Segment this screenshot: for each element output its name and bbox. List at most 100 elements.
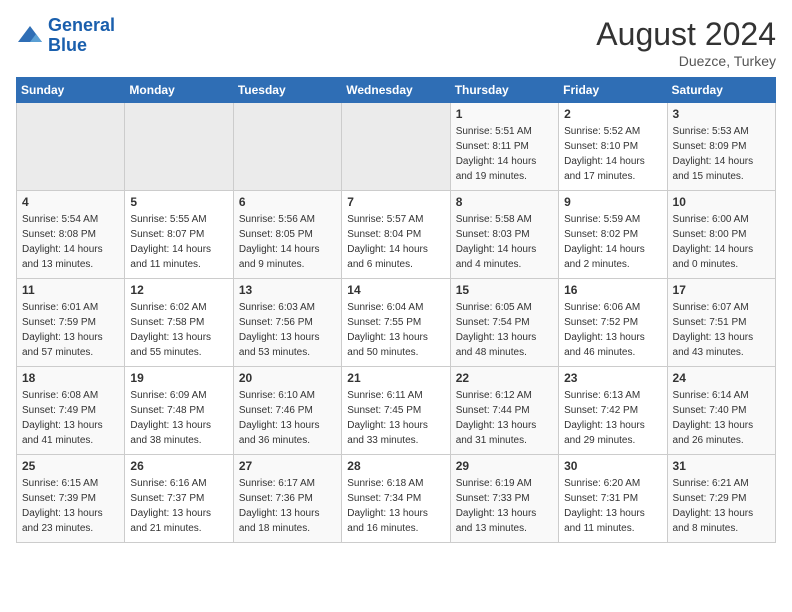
daylight-label: Daylight: 13 hours and 41 minutes.: [22, 420, 103, 446]
day-info: Sunrise: 6:05 AM Sunset: 7:54 PM Dayligh…: [456, 300, 553, 360]
daylight-label: Daylight: 13 hours and 18 minutes.: [239, 508, 320, 534]
daylight-label: Daylight: 13 hours and 11 minutes.: [564, 508, 645, 534]
calendar-cell: 17 Sunrise: 6:07 AM Sunset: 7:51 PM Dayl…: [667, 279, 775, 367]
weekday-header: Saturday: [667, 78, 775, 103]
calendar-week-row: 11 Sunrise: 6:01 AM Sunset: 7:59 PM Dayl…: [17, 279, 776, 367]
sunset-label: Sunset: 7:56 PM: [239, 317, 313, 328]
daylight-label: Daylight: 13 hours and 26 minutes.: [673, 420, 754, 446]
day-info: Sunrise: 6:15 AM Sunset: 7:39 PM Dayligh…: [22, 476, 119, 536]
weekday-header: Thursday: [450, 78, 558, 103]
daylight-label: Daylight: 13 hours and 50 minutes.: [347, 332, 428, 358]
calendar-cell: 12 Sunrise: 6:02 AM Sunset: 7:58 PM Dayl…: [125, 279, 233, 367]
calendar-body: 1 Sunrise: 5:51 AM Sunset: 8:11 PM Dayli…: [17, 103, 776, 543]
calendar-cell: 11 Sunrise: 6:01 AM Sunset: 7:59 PM Dayl…: [17, 279, 125, 367]
day-info: Sunrise: 5:53 AM Sunset: 8:09 PM Dayligh…: [673, 124, 770, 184]
day-info: Sunrise: 6:17 AM Sunset: 7:36 PM Dayligh…: [239, 476, 336, 536]
sunrise-label: Sunrise: 6:04 AM: [347, 302, 423, 313]
calendar-cell: [233, 103, 341, 191]
calendar-cell: [342, 103, 450, 191]
sunrise-label: Sunrise: 6:00 AM: [673, 214, 749, 225]
sunset-label: Sunset: 7:45 PM: [347, 405, 421, 416]
sunset-label: Sunset: 8:04 PM: [347, 229, 421, 240]
sunrise-label: Sunrise: 5:51 AM: [456, 126, 532, 137]
day-number: 10: [673, 195, 770, 209]
sunrise-label: Sunrise: 5:59 AM: [564, 214, 640, 225]
calendar-cell: 22 Sunrise: 6:12 AM Sunset: 7:44 PM Dayl…: [450, 367, 558, 455]
sunrise-label: Sunrise: 6:16 AM: [130, 478, 206, 489]
sunset-label: Sunset: 7:34 PM: [347, 493, 421, 504]
sunset-label: Sunset: 7:31 PM: [564, 493, 638, 504]
daylight-label: Daylight: 13 hours and 43 minutes.: [673, 332, 754, 358]
day-info: Sunrise: 6:21 AM Sunset: 7:29 PM Dayligh…: [673, 476, 770, 536]
day-number: 2: [564, 107, 661, 121]
daylight-label: Daylight: 13 hours and 21 minutes.: [130, 508, 211, 534]
day-number: 8: [456, 195, 553, 209]
day-number: 31: [673, 459, 770, 473]
calendar-cell: 1 Sunrise: 5:51 AM Sunset: 8:11 PM Dayli…: [450, 103, 558, 191]
daylight-label: Daylight: 14 hours and 15 minutes.: [673, 156, 754, 182]
sunset-label: Sunset: 7:42 PM: [564, 405, 638, 416]
sunrise-label: Sunrise: 5:52 AM: [564, 126, 640, 137]
day-info: Sunrise: 6:08 AM Sunset: 7:49 PM Dayligh…: [22, 388, 119, 448]
calendar-cell: 19 Sunrise: 6:09 AM Sunset: 7:48 PM Dayl…: [125, 367, 233, 455]
sunrise-label: Sunrise: 6:17 AM: [239, 478, 315, 489]
sunset-label: Sunset: 7:36 PM: [239, 493, 313, 504]
sunrise-label: Sunrise: 6:18 AM: [347, 478, 423, 489]
day-info: Sunrise: 5:59 AM Sunset: 8:02 PM Dayligh…: [564, 212, 661, 272]
weekday-header: Sunday: [17, 78, 125, 103]
day-info: Sunrise: 5:51 AM Sunset: 8:11 PM Dayligh…: [456, 124, 553, 184]
day-info: Sunrise: 6:18 AM Sunset: 7:34 PM Dayligh…: [347, 476, 444, 536]
sunrise-label: Sunrise: 6:06 AM: [564, 302, 640, 313]
sunset-label: Sunset: 7:51 PM: [673, 317, 747, 328]
day-info: Sunrise: 6:04 AM Sunset: 7:55 PM Dayligh…: [347, 300, 444, 360]
sunset-label: Sunset: 8:02 PM: [564, 229, 638, 240]
sunset-label: Sunset: 8:03 PM: [456, 229, 530, 240]
sunrise-label: Sunrise: 6:20 AM: [564, 478, 640, 489]
daylight-label: Daylight: 14 hours and 13 minutes.: [22, 244, 103, 270]
sunset-label: Sunset: 7:54 PM: [456, 317, 530, 328]
sunset-label: Sunset: 7:44 PM: [456, 405, 530, 416]
sunset-label: Sunset: 7:58 PM: [130, 317, 204, 328]
sunrise-label: Sunrise: 6:08 AM: [22, 390, 98, 401]
day-number: 17: [673, 283, 770, 297]
calendar-cell: 9 Sunrise: 5:59 AM Sunset: 8:02 PM Dayli…: [559, 191, 667, 279]
sunrise-label: Sunrise: 6:15 AM: [22, 478, 98, 489]
day-info: Sunrise: 6:13 AM Sunset: 7:42 PM Dayligh…: [564, 388, 661, 448]
sunset-label: Sunset: 7:33 PM: [456, 493, 530, 504]
day-info: Sunrise: 6:10 AM Sunset: 7:46 PM Dayligh…: [239, 388, 336, 448]
logo-line1: General: [48, 15, 115, 35]
weekday-header: Wednesday: [342, 78, 450, 103]
sunrise-label: Sunrise: 5:53 AM: [673, 126, 749, 137]
sunrise-label: Sunrise: 6:21 AM: [673, 478, 749, 489]
logo: General Blue: [16, 16, 115, 56]
calendar-cell: 20 Sunrise: 6:10 AM Sunset: 7:46 PM Dayl…: [233, 367, 341, 455]
day-info: Sunrise: 6:09 AM Sunset: 7:48 PM Dayligh…: [130, 388, 227, 448]
day-info: Sunrise: 6:03 AM Sunset: 7:56 PM Dayligh…: [239, 300, 336, 360]
calendar-week-row: 18 Sunrise: 6:08 AM Sunset: 7:49 PM Dayl…: [17, 367, 776, 455]
sunset-label: Sunset: 7:37 PM: [130, 493, 204, 504]
sunrise-label: Sunrise: 5:54 AM: [22, 214, 98, 225]
sunset-label: Sunset: 8:05 PM: [239, 229, 313, 240]
logo-line2: Blue: [48, 35, 87, 55]
daylight-label: Daylight: 14 hours and 6 minutes.: [347, 244, 428, 270]
page-header: General Blue August 2024 Duezce, Turkey: [16, 16, 776, 69]
daylight-label: Daylight: 13 hours and 55 minutes.: [130, 332, 211, 358]
daylight-label: Daylight: 13 hours and 46 minutes.: [564, 332, 645, 358]
calendar-cell: 26 Sunrise: 6:16 AM Sunset: 7:37 PM Dayl…: [125, 455, 233, 543]
day-info: Sunrise: 5:57 AM Sunset: 8:04 PM Dayligh…: [347, 212, 444, 272]
sunset-label: Sunset: 7:39 PM: [22, 493, 96, 504]
day-info: Sunrise: 5:56 AM Sunset: 8:05 PM Dayligh…: [239, 212, 336, 272]
day-number: 15: [456, 283, 553, 297]
daylight-label: Daylight: 14 hours and 4 minutes.: [456, 244, 537, 270]
calendar-cell: 13 Sunrise: 6:03 AM Sunset: 7:56 PM Dayl…: [233, 279, 341, 367]
calendar-cell: 16 Sunrise: 6:06 AM Sunset: 7:52 PM Dayl…: [559, 279, 667, 367]
day-number: 30: [564, 459, 661, 473]
sunset-label: Sunset: 7:59 PM: [22, 317, 96, 328]
calendar-cell: 18 Sunrise: 6:08 AM Sunset: 7:49 PM Dayl…: [17, 367, 125, 455]
calendar-cell: 6 Sunrise: 5:56 AM Sunset: 8:05 PM Dayli…: [233, 191, 341, 279]
weekday-header: Friday: [559, 78, 667, 103]
day-number: 12: [130, 283, 227, 297]
day-number: 23: [564, 371, 661, 385]
sunrise-label: Sunrise: 6:07 AM: [673, 302, 749, 313]
daylight-label: Daylight: 13 hours and 33 minutes.: [347, 420, 428, 446]
